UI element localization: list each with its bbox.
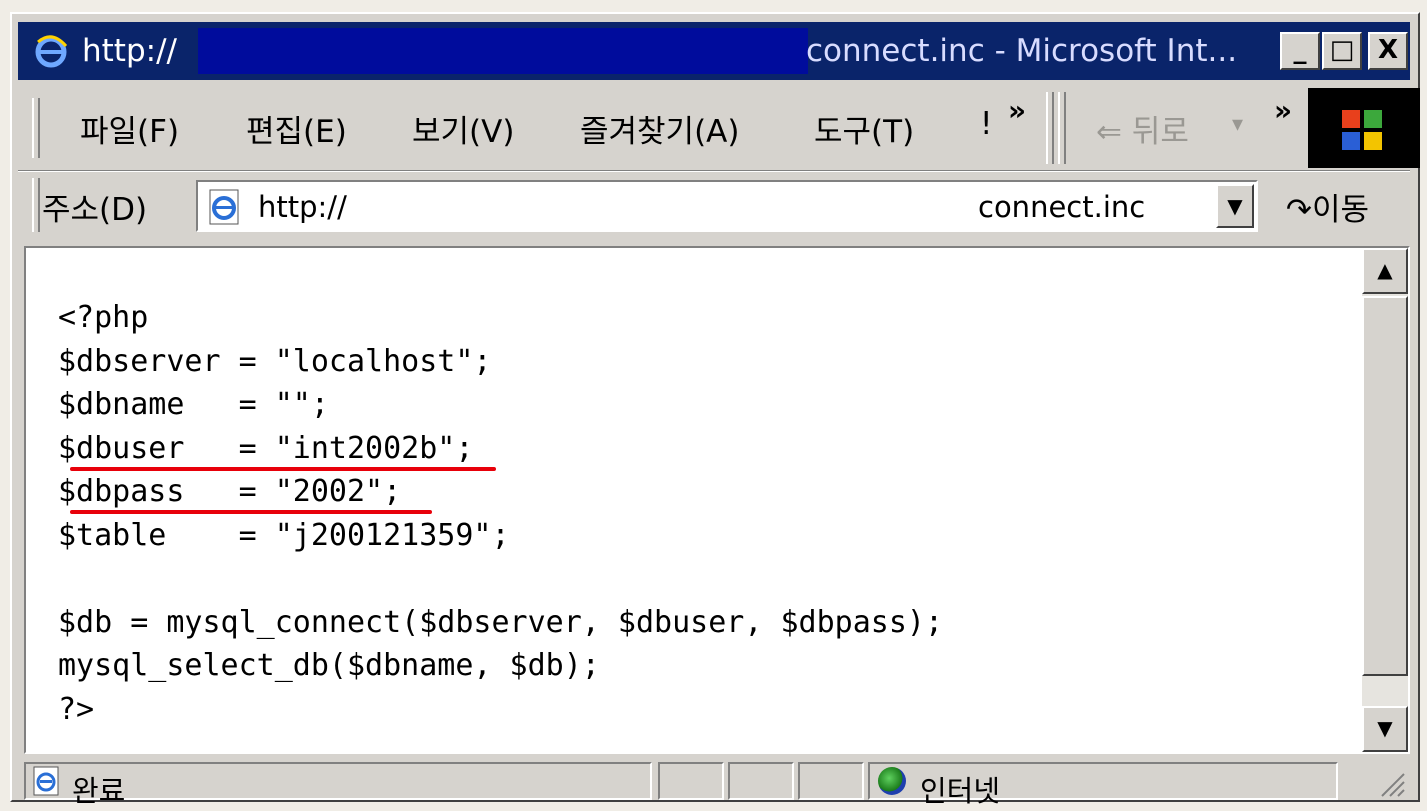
menu-tools[interactable]: 도구(T) <box>814 106 914 151</box>
title-bar[interactable]: http:// connect.inc - Microsoft Int... _… <box>18 22 1410 80</box>
menu-help-truncated[interactable]: ! <box>980 106 992 142</box>
code-line: mysql_select_db($dbname, $db); <box>58 648 600 683</box>
code-line: $dbuser = "int2002b"; <box>58 430 474 466</box>
go-button[interactable]: ↷이동 <box>1286 184 1369 229</box>
page-content: <?php $dbserver = "localhost"; $dbname =… <box>24 246 1410 754</box>
address-url-prefix: http:// <box>258 190 347 224</box>
code-line: $dbname = ""; <box>58 387 329 422</box>
status-panel <box>658 762 724 800</box>
status-main-panel: 완료 <box>24 762 652 808</box>
toolbar-grip[interactable] <box>1058 92 1066 164</box>
internet-globe-icon <box>878 767 906 795</box>
page-icon <box>209 189 239 225</box>
vertical-scrollbar[interactable]: ▲ ▼ <box>1362 248 1408 752</box>
address-dropdown-icon[interactable]: ▼ <box>1216 184 1254 228</box>
address-input[interactable]: http:// connect.inc ▼ <box>196 180 1258 232</box>
menu-grip[interactable] <box>32 98 40 158</box>
code-line: $dbpass = "2002"; <box>58 474 402 509</box>
status-panel <box>728 762 794 800</box>
address-grip[interactable] <box>32 178 40 232</box>
redacted-region <box>198 28 808 74</box>
dbpass-highlight-underline <box>70 510 432 514</box>
back-button[interactable]: ⇐ 뒤로 <box>1096 106 1189 151</box>
dbuser-highlight-underline <box>70 467 496 471</box>
browser-window: http:// connect.inc - Microsoft Int... _… <box>10 12 1420 808</box>
status-text: 완료 <box>72 774 126 808</box>
address-label: 주소(D) <box>42 192 148 228</box>
go-arrow-icon: ↷ <box>1286 192 1312 228</box>
back-dropdown-icon[interactable]: ▾ <box>1232 112 1243 137</box>
menu-bar: 파일(F) 편집(E) 보기(V) 즐겨찾기(A) 도구(T) ! » ⇐ 뒤로… <box>18 88 1420 168</box>
code-line: $dbserver = "localhost"; <box>58 343 492 379</box>
menu-favorites[interactable]: 즐겨찾기(A) <box>580 106 739 151</box>
close-button[interactable]: X <box>1368 32 1408 70</box>
code-line: $db = mysql_connect($dbserver, $dbuser, … <box>58 604 944 640</box>
code-line: $table = "j200121359"; <box>58 517 510 553</box>
status-zone-panel: 인터넷 <box>868 762 1338 808</box>
scroll-down-icon[interactable]: ▼ <box>1362 706 1408 752</box>
menu-file[interactable]: 파일(F) <box>80 106 179 151</box>
windows-logo-icon <box>1308 88 1420 168</box>
status-zone: 인터넷 <box>920 774 1001 808</box>
maximize-button[interactable]: □ <box>1322 32 1362 70</box>
code-line: <?php <box>58 300 149 335</box>
toolbar-separator <box>1046 92 1054 164</box>
menu-more-chevron-icon[interactable]: » <box>1008 94 1026 127</box>
code-line: ?> <box>58 691 95 727</box>
title-url: http:// <box>82 33 177 69</box>
go-label: 이동 <box>1311 192 1370 228</box>
scroll-thumb[interactable] <box>1362 296 1408 676</box>
resize-grip-icon[interactable] <box>1376 768 1406 798</box>
status-panel <box>798 762 864 800</box>
page-done-icon <box>33 766 59 796</box>
scroll-up-icon[interactable]: ▲ <box>1362 248 1408 294</box>
menu-edit[interactable]: 편집(E) <box>246 106 347 151</box>
toolbar-more-chevron-icon[interactable]: » <box>1274 94 1292 127</box>
menu-view[interactable]: 보기(V) <box>412 106 514 151</box>
ie-logo-icon <box>32 32 70 70</box>
title-text: connect.inc - Microsoft Int... <box>806 33 1238 69</box>
address-url-file: connect.inc <box>978 190 1146 224</box>
minimize-button[interactable]: _ <box>1280 32 1320 70</box>
status-bar: 완료 인터넷 <box>18 760 1410 808</box>
address-bar: 주소(D) http:// connect.inc ▼ ↷이동 <box>18 172 1410 238</box>
